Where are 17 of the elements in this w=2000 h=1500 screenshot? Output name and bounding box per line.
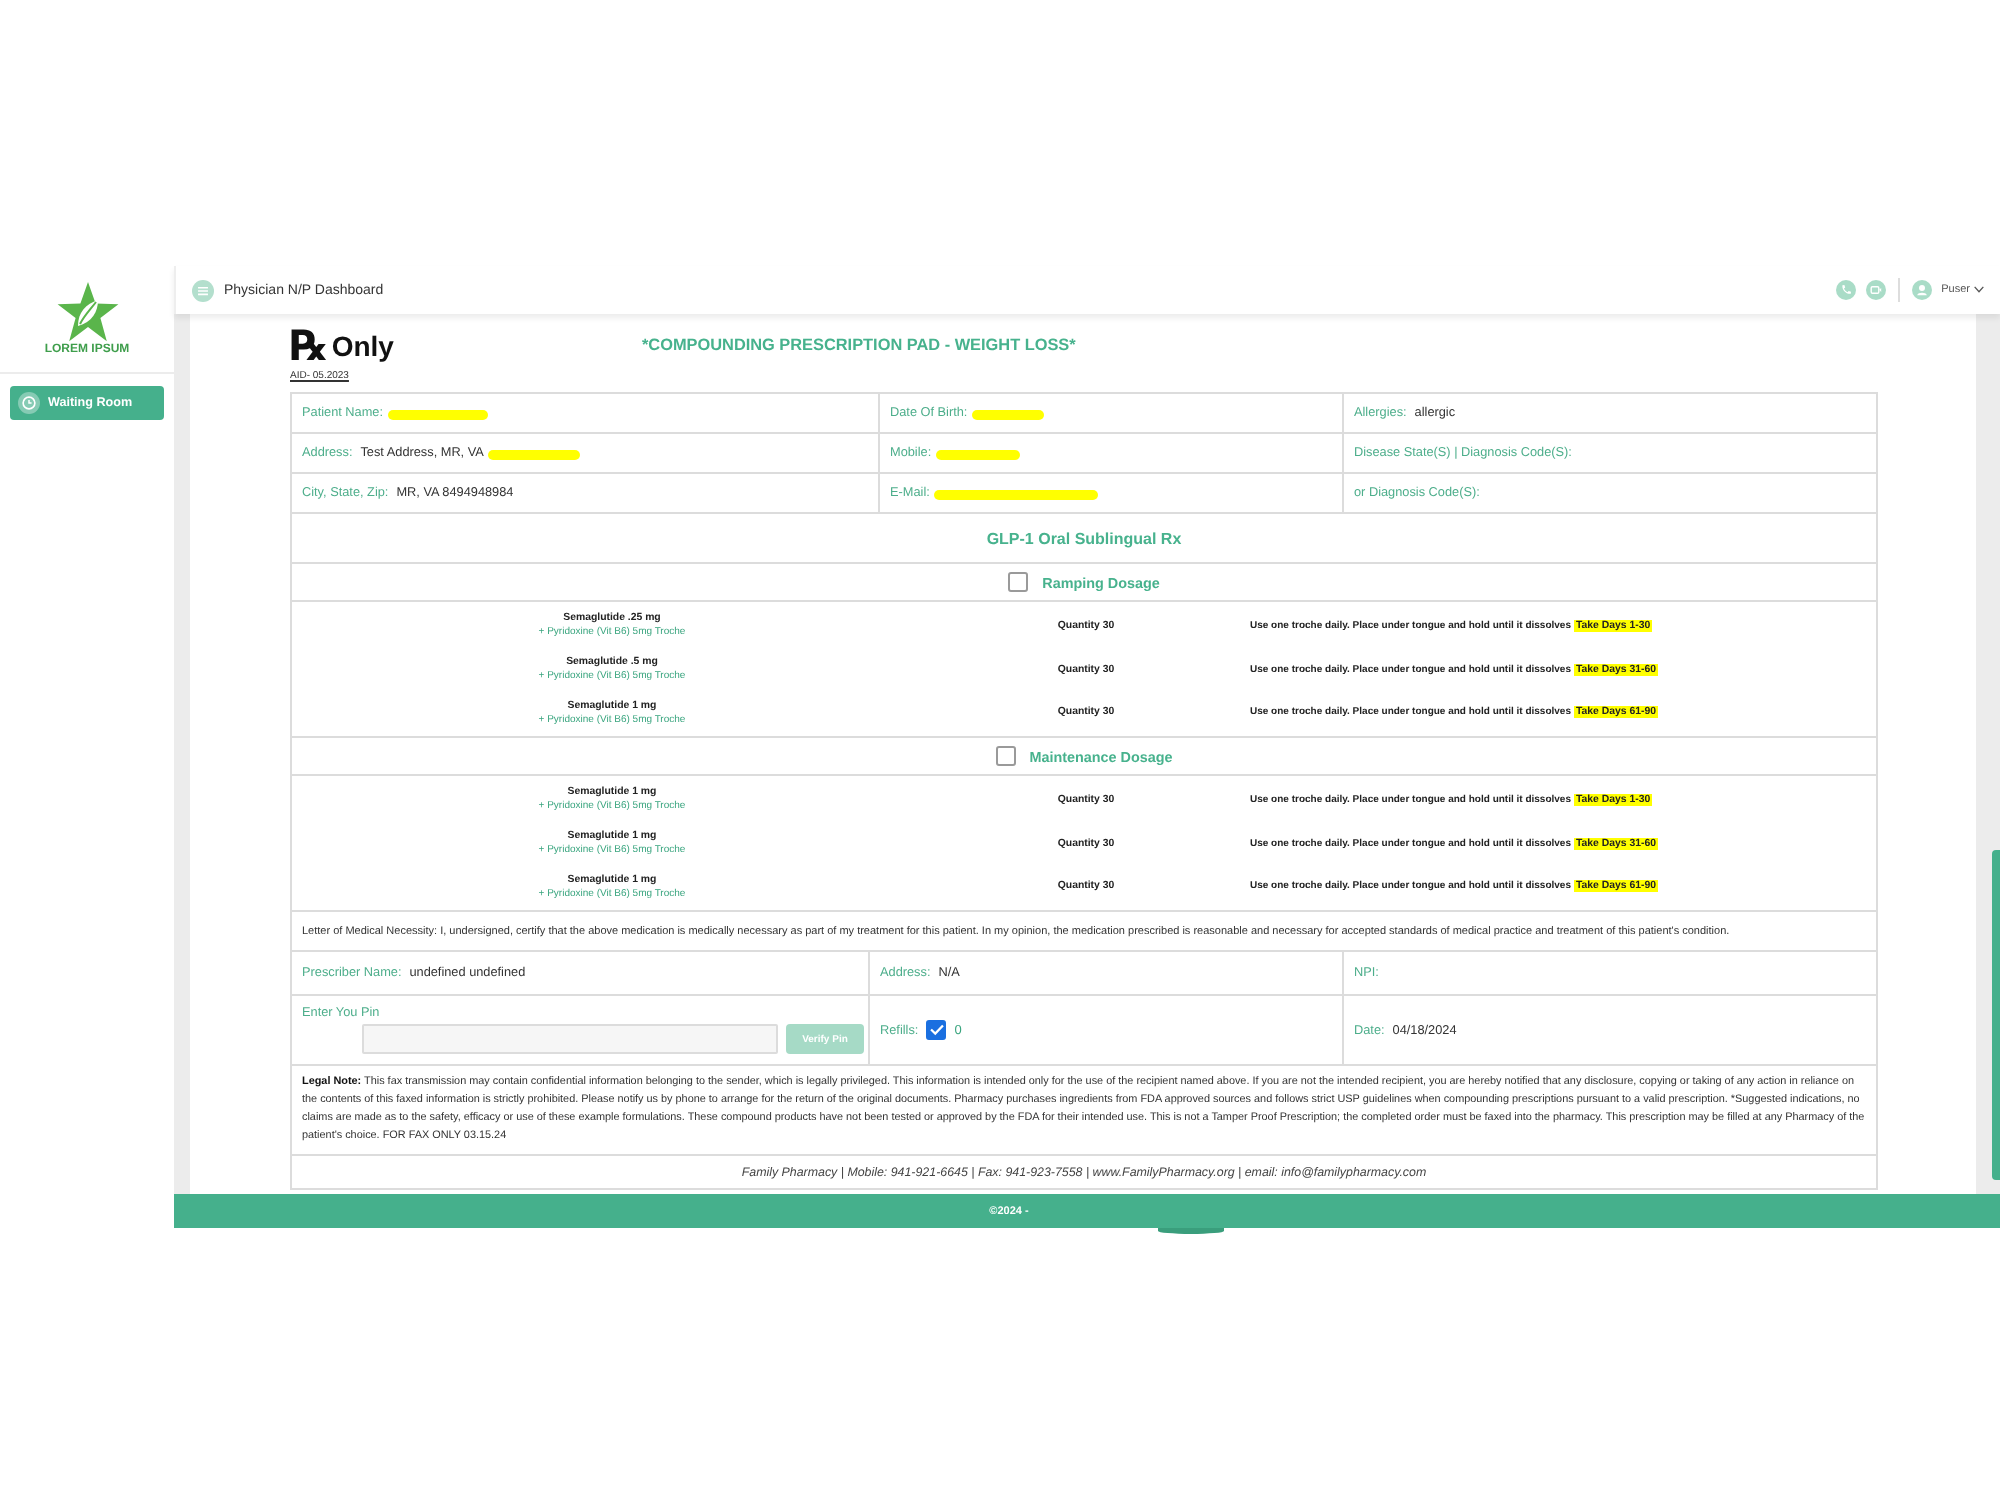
form-title: *COMPOUNDING PRESCRIPTION PAD - WEIGHT LOSS*	[642, 336, 1076, 354]
video-icon[interactable]	[1865, 280, 1886, 300]
menu-icon[interactable]	[192, 279, 214, 301]
chevron-icon	[1974, 286, 1984, 294]
footer-notch-drawing	[1158, 1228, 1224, 1234]
check-icon	[929, 1024, 944, 1036]
clock-icon	[18, 392, 40, 414]
star-leaf-logo-icon	[55, 282, 119, 342]
rx-only-logo: ℞Only	[290, 324, 394, 368]
checkbox[interactable]	[995, 746, 1016, 767]
user-avatar-icon[interactable]	[1911, 280, 1932, 300]
checkbox[interactable]	[1008, 572, 1029, 592]
phone-icon[interactable]	[1835, 280, 1856, 300]
pin-input[interactable]	[362, 1024, 778, 1055]
checkbox[interactable]	[926, 1020, 947, 1041]
section-title: GLP-1 Oral Sublingual Rx	[986, 529, 1182, 547]
scrollbar-thumb[interactable]	[1992, 850, 2000, 1180]
